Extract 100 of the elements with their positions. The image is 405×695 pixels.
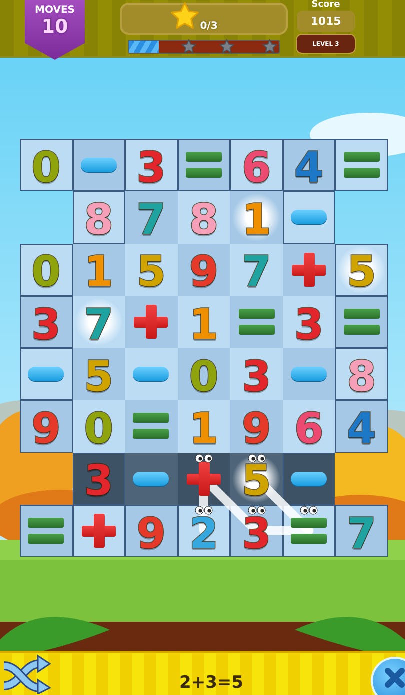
board-cell[interactable]: 0 — [20, 244, 73, 296]
equals-sign-icon — [344, 152, 380, 178]
digit-text: 3 — [84, 464, 114, 499]
board-cell[interactable] — [282, 191, 336, 244]
equals-sign-icon — [133, 413, 170, 440]
digit-text: 7 — [347, 516, 376, 552]
moves-count: 10 — [42, 16, 68, 38]
digit-text: 6 — [242, 150, 272, 186]
board-cell[interactable] — [335, 296, 388, 348]
digit-text: 5 — [347, 255, 376, 290]
board-cell[interactable]: 3 — [125, 139, 178, 192]
board-cell[interactable]: 1 — [178, 400, 230, 452]
eyes-icon — [194, 506, 213, 515]
board-cell[interactable]: 4 — [335, 400, 388, 452]
board-cell[interactable] — [125, 348, 178, 400]
board-cell[interactable]: 5 — [335, 244, 388, 296]
board-cell[interactable]: 3 — [72, 452, 126, 505]
board-cell[interactable]: 5 — [125, 244, 178, 296]
digit-text: 4 — [294, 150, 324, 186]
board-cell[interactable]: 8 — [178, 191, 230, 244]
board-cell[interactable]: 0 — [72, 400, 126, 452]
minus-sign-icon — [291, 210, 328, 224]
board-cell[interactable]: 4 — [282, 139, 336, 192]
digit-text: 0 — [32, 150, 61, 186]
score-label: Score — [312, 0, 340, 11]
digit-text: 3 — [242, 516, 272, 552]
digit-text: 7 — [242, 255, 272, 290]
minus-sign-icon — [291, 367, 328, 382]
board-cell[interactable] — [230, 296, 283, 348]
digit-text: 2 — [189, 516, 219, 552]
board-cell[interactable]: 9 — [230, 400, 283, 452]
board-cell[interactable] — [178, 139, 230, 192]
board-cell[interactable]: 0 — [20, 139, 73, 192]
board-cell[interactable]: 7 — [72, 296, 126, 348]
board-cell[interactable]: 9 — [20, 400, 73, 452]
board-cell[interactable] — [282, 452, 336, 505]
board-cell[interactable] — [72, 139, 126, 192]
board-cell[interactable]: 9 — [178, 244, 230, 296]
board-cell[interactable] — [125, 452, 178, 505]
equals-sign-icon — [291, 518, 328, 544]
minus-sign-icon — [80, 158, 117, 172]
digit-text: 1 — [189, 308, 219, 342]
score-value: 1015 — [297, 11, 355, 32]
eyes-icon — [248, 506, 266, 515]
plus-sign-icon — [82, 514, 116, 548]
board-cell[interactable]: 0 — [178, 348, 230, 400]
digit-text: 7 — [84, 308, 114, 342]
plus-sign-icon — [134, 304, 168, 339]
board-cell[interactable]: 9 — [125, 504, 178, 557]
plus-sign-icon — [186, 462, 221, 496]
digit-text: 0 — [189, 360, 219, 394]
board-cell[interactable]: 8 — [335, 348, 388, 400]
board-cell[interactable] — [72, 504, 126, 557]
board-cell[interactable]: 5 — [230, 452, 283, 505]
board-cell[interactable]: 6 — [230, 139, 283, 192]
digit-text: 9 — [136, 516, 166, 552]
moves-label: MOVES — [35, 5, 75, 16]
board-cell[interactable] — [335, 139, 388, 192]
board-cell[interactable]: 7 — [335, 504, 388, 557]
eyes-icon — [248, 454, 266, 462]
board-cell[interactable]: 3 — [282, 296, 336, 348]
board-cell[interactable] — [282, 244, 336, 296]
shuffle-icon[interactable] — [2, 654, 52, 694]
digit-text: 9 — [189, 255, 219, 290]
digit-text: 8 — [84, 203, 114, 238]
board-cell[interactable]: 7 — [230, 244, 283, 296]
board-cell[interactable] — [20, 348, 73, 400]
board-cell[interactable] — [282, 348, 336, 400]
board-cell[interactable]: 1 — [230, 191, 283, 244]
minus-sign-icon — [133, 367, 170, 382]
board-cell[interactable] — [125, 400, 178, 452]
board-cell[interactable] — [20, 504, 73, 557]
board-cell[interactable]: 6 — [282, 400, 336, 452]
board-cell[interactable]: 8 — [72, 191, 126, 244]
digit-text: 3 — [242, 360, 272, 394]
board-cell[interactable]: 1 — [72, 244, 126, 296]
digit-text: 1 — [242, 203, 272, 238]
board-cell[interactable]: 5 — [72, 348, 126, 400]
board-cell[interactable]: 2 — [178, 504, 230, 557]
digit-text: 1 — [189, 412, 219, 447]
eyes-icon — [300, 506, 318, 515]
digit-text: 1 — [84, 255, 114, 290]
board-cell[interactable]: 3 — [230, 348, 283, 400]
digit-text: 3 — [32, 308, 61, 342]
board-cell[interactable]: 3 — [20, 296, 73, 348]
plus-sign-icon — [292, 252, 326, 287]
digit-text: 0 — [32, 255, 61, 290]
digit-text: 9 — [242, 412, 272, 447]
board-cell[interactable]: 7 — [125, 191, 178, 244]
equals-sign-icon — [186, 152, 222, 178]
board-cell[interactable] — [125, 296, 178, 348]
minus-sign-icon — [291, 472, 328, 486]
equals-sign-icon — [344, 308, 380, 335]
board-cell[interactable]: 1 — [178, 296, 230, 348]
eyes-icon — [194, 454, 213, 462]
digit-text: 3 — [294, 308, 324, 342]
digit-text: 0 — [84, 412, 114, 447]
star-icon — [170, 1, 200, 31]
equation-text: 2+3=5 — [178, 673, 244, 693]
digit-text: 7 — [136, 203, 166, 238]
